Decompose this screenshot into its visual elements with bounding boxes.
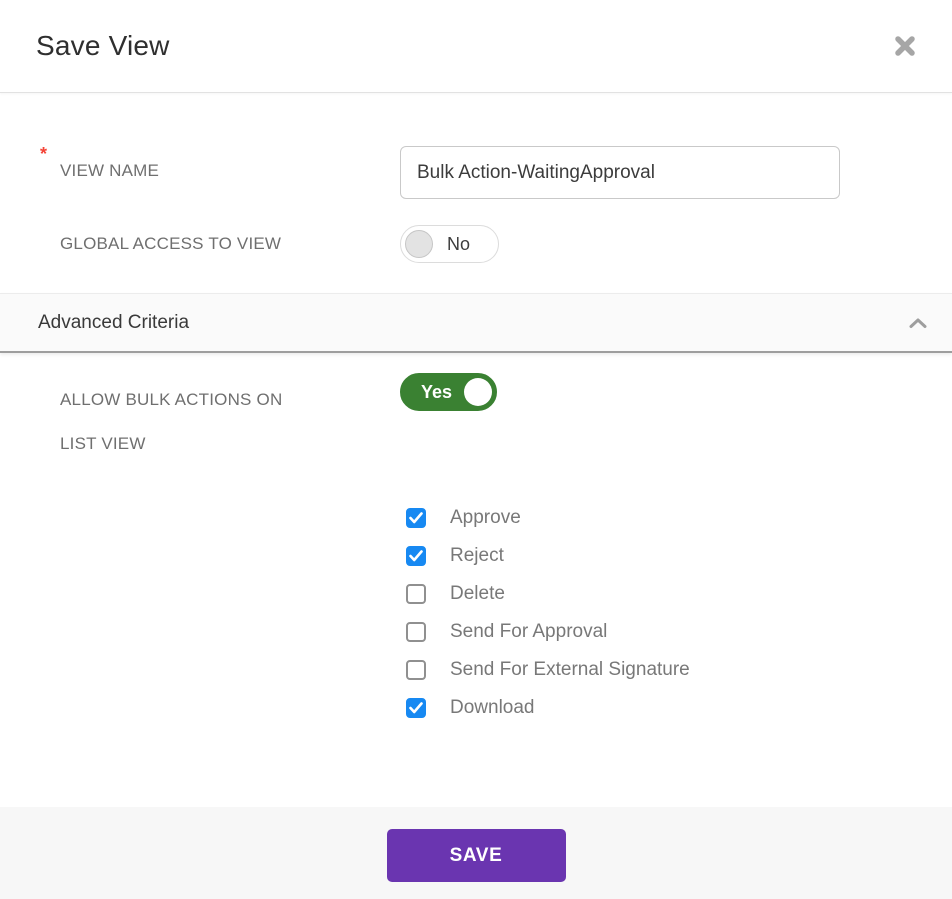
bulk-action-item[interactable]: Approve: [406, 499, 952, 537]
bulk-action-label: Download: [450, 697, 535, 719]
bulk-action-label: Send For External Signature: [450, 659, 690, 681]
checkbox[interactable]: [406, 660, 426, 680]
bulk-action-item[interactable]: Send For Approval: [406, 613, 952, 651]
bulk-action-item[interactable]: Reject: [406, 537, 952, 575]
advanced-criteria-section: ALLOW BULK ACTIONS ON LIST VIEW Yes Appr…: [0, 353, 952, 807]
checkbox[interactable]: [406, 508, 426, 528]
toggle-label: Yes: [421, 382, 452, 403]
bulk-actions-list: Approve Reject Delete: [406, 499, 952, 727]
view-name-label-wrap: * VIEW NAME: [0, 146, 400, 181]
bulk-action-label: Delete: [450, 583, 505, 605]
toggle-knob: [464, 378, 492, 406]
modal-title: Save View: [36, 30, 170, 62]
checkbox[interactable]: [406, 584, 426, 604]
modal-header: Save View: [0, 0, 952, 93]
toggle-knob: [405, 230, 433, 258]
global-access-label-wrap: GLOBAL ACCESS TO VIEW: [0, 234, 400, 254]
modal-footer: SAVE: [0, 807, 952, 899]
global-access-toggle[interactable]: No: [400, 225, 499, 263]
bulk-actions-label-line2: LIST VIEW: [60, 422, 400, 466]
form-top-section: * VIEW NAME GLOBAL ACCESS TO VIEW No: [0, 93, 952, 263]
advanced-criteria-title: Advanced Criteria: [38, 312, 189, 334]
bulk-actions-row: ALLOW BULK ACTIONS ON LIST VIEW Yes: [0, 373, 952, 466]
checkbox[interactable]: [406, 546, 426, 566]
view-name-label: VIEW NAME: [60, 161, 159, 180]
bulk-action-label: Approve: [450, 507, 521, 529]
advanced-criteria-header[interactable]: Advanced Criteria: [0, 293, 952, 353]
view-name-input[interactable]: [400, 146, 840, 199]
bulk-actions-label-wrap: ALLOW BULK ACTIONS ON LIST VIEW: [0, 373, 400, 466]
bulk-action-label: Reject: [450, 545, 504, 567]
save-view-modal: Save View * VIEW NAME GLOBAL ACCESS TO V…: [0, 0, 952, 899]
chevron-up-icon[interactable]: [908, 317, 928, 329]
checkbox[interactable]: [406, 698, 426, 718]
bulk-action-item[interactable]: Delete: [406, 575, 952, 613]
close-icon[interactable]: [890, 31, 920, 61]
required-asterisk: *: [40, 144, 47, 165]
checkbox[interactable]: [406, 622, 426, 642]
global-access-row: GLOBAL ACCESS TO VIEW No: [0, 225, 952, 263]
bulk-actions-toggle[interactable]: Yes: [400, 373, 497, 411]
save-button[interactable]: SAVE: [387, 829, 566, 882]
bulk-action-label: Send For Approval: [450, 621, 607, 643]
view-name-row: * VIEW NAME: [0, 146, 952, 199]
bulk-actions-label-line1: ALLOW BULK ACTIONS ON: [60, 378, 400, 422]
global-access-label: GLOBAL ACCESS TO VIEW: [60, 234, 281, 253]
toggle-label: No: [447, 234, 470, 255]
bulk-action-item[interactable]: Download: [406, 689, 952, 727]
bulk-action-item[interactable]: Send For External Signature: [406, 651, 952, 689]
